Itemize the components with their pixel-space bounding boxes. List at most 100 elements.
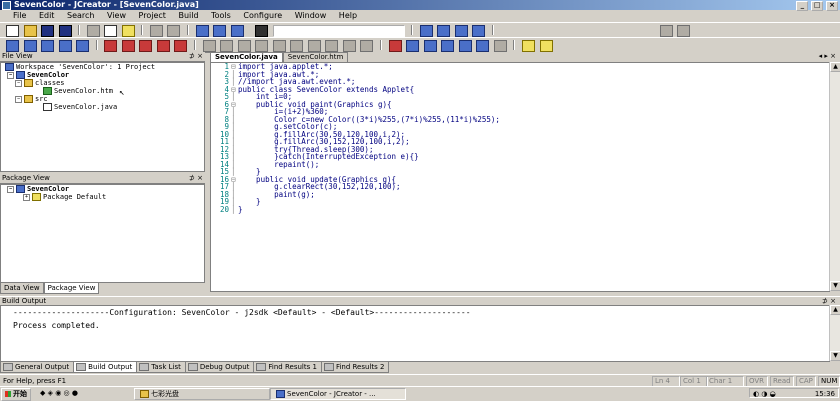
scroll-up-icon[interactable]: ▲ — [830, 305, 840, 315]
tile-icon[interactable] — [423, 40, 437, 52]
help-icon[interactable] — [521, 40, 535, 52]
scroll-down-icon[interactable]: ▼ — [830, 351, 840, 361]
clean-icon[interactable] — [156, 40, 170, 52]
next-bookmark-icon[interactable] — [437, 25, 451, 37]
tree-row-package-project[interactable]: − SevenColor — [1, 185, 204, 193]
collapse-icon[interactable]: − — [15, 95, 22, 103]
step-into-icon[interactable] — [255, 40, 269, 52]
collapse-icon[interactable]: − — [7, 185, 14, 193]
step-out-icon[interactable] — [272, 40, 286, 52]
paste-icon[interactable] — [121, 25, 135, 37]
tab-general-output[interactable]: General Output — [0, 362, 75, 373]
find-next-icon[interactable] — [213, 25, 227, 37]
new-class-icon[interactable] — [458, 40, 472, 52]
build-icon[interactable] — [121, 40, 135, 52]
run-icon[interactable] — [202, 40, 216, 52]
menu-help[interactable]: Help — [334, 10, 362, 22]
menu-tools[interactable]: Tools — [206, 10, 236, 22]
clear-bookmarks-icon[interactable] — [472, 25, 486, 37]
file-view-icon[interactable] — [41, 40, 55, 52]
code-line[interactable]: 20 │} — [211, 205, 829, 214]
debug-icon[interactable] — [220, 40, 234, 52]
tab-package-view[interactable]: Package View — [43, 283, 100, 294]
menu-build[interactable]: Build — [173, 10, 203, 22]
editor-nav-icons[interactable]: ◂ ▸ × — [819, 52, 836, 60]
undo-icon[interactable] — [149, 25, 163, 37]
tab-find-results-2[interactable]: Find Results 2 — [320, 362, 390, 373]
window-icon[interactable] — [406, 40, 420, 52]
menu-window[interactable]: Window — [290, 10, 332, 22]
tab-debug-output[interactable]: Debug Output — [184, 362, 255, 373]
expand-icon[interactable]: + — [23, 193, 30, 201]
open-folder-icon[interactable] — [23, 25, 37, 37]
menu-edit[interactable]: Edit — [34, 10, 60, 22]
menu-project[interactable]: Project — [134, 10, 171, 22]
tab-build-output[interactable]: Build Output — [73, 362, 138, 373]
fold-marker-icon[interactable]: │ — [231, 205, 238, 214]
editor-scrollbar[interactable]: ▲ ▼ — [829, 62, 840, 291]
scroll-up-icon[interactable]: ▲ — [830, 62, 840, 72]
back-arrow-icon[interactable] — [659, 25, 673, 37]
tab-task-list[interactable]: Task List — [136, 362, 186, 373]
compile-icon[interactable] — [104, 40, 118, 52]
cut-icon[interactable] — [86, 25, 100, 37]
code-line[interactable]: 18 │ paint(g); — [211, 190, 829, 199]
tab-sevencolor-htm[interactable]: SevenColor.htm — [282, 52, 349, 62]
comment-icon[interactable] — [325, 40, 339, 52]
tab-sevencolor-java[interactable]: SevenColor.java — [210, 52, 283, 62]
toggle-breakpoint-icon[interactable] — [388, 40, 402, 52]
build-output-window[interactable]: --------------------Configuration: Seven… — [0, 305, 830, 362]
start-button[interactable]: 开始 — [1, 388, 31, 401]
tree-row-project[interactable]: − SevenColor — [1, 71, 204, 79]
code-line[interactable]: 14 │ repaint(); — [211, 160, 829, 169]
uncomment-icon[interactable] — [342, 40, 356, 52]
tree-row-workspace[interactable]: Workspace 'SevenColor': 1 Project — [1, 63, 204, 71]
task-folder[interactable]: 七彩光盘 — [134, 388, 270, 400]
context-help-icon[interactable] — [539, 40, 553, 52]
tree-row-package-default[interactable]: + Package Default — [1, 193, 204, 201]
copy-icon[interactable] — [104, 25, 118, 37]
panel-pin-close-icon[interactable]: ⊅ × — [189, 174, 203, 183]
tree-row-src[interactable]: − src — [1, 95, 204, 103]
format-icon[interactable] — [360, 40, 374, 52]
bookmark-icon[interactable] — [419, 25, 433, 37]
menu-file[interactable]: File — [8, 10, 31, 22]
workspace-icon[interactable] — [6, 40, 19, 52]
tree-row-java-file[interactable]: SevenColor.java — [1, 103, 204, 111]
menu-search[interactable]: Search — [62, 10, 99, 22]
find-icon[interactable] — [195, 25, 209, 37]
tree-row-htm-file[interactable]: SevenColor.htm ↖ — [1, 87, 204, 98]
quick-launch-icons[interactable]: ◆ ◈ ◉ ◎ ● — [40, 389, 78, 397]
scroll-down-icon[interactable]: ▼ — [830, 281, 840, 291]
prev-bookmark-icon[interactable] — [454, 25, 468, 37]
save-all-icon[interactable] — [58, 25, 72, 37]
dropdown-icon[interactable] — [493, 40, 507, 52]
new-method-icon[interactable] — [476, 40, 490, 52]
redo-icon[interactable] — [167, 25, 181, 37]
forward-arrow-icon[interactable] — [677, 25, 691, 37]
tab-find-results-1[interactable]: Find Results 1 — [253, 362, 322, 373]
class-view-icon[interactable] — [58, 40, 72, 52]
outdent-icon[interactable] — [307, 40, 321, 52]
binoculars-icon[interactable] — [255, 25, 269, 37]
task-jcreator[interactable]: SevenColor - JCreator - ... — [270, 388, 406, 400]
collapse-icon[interactable]: − — [7, 71, 14, 79]
new-file-icon[interactable] — [6, 25, 19, 37]
panel-pin-close-icon[interactable]: ⊅ × — [189, 52, 203, 61]
tab-data-view[interactable]: Data View — [0, 283, 44, 294]
indent-icon[interactable] — [290, 40, 304, 52]
output-icon[interactable] — [76, 40, 90, 52]
tray-icons[interactable]: ◐ ◑ ◒ — [750, 389, 776, 399]
menu-configure[interactable]: Configure — [238, 10, 287, 22]
find-combo[interactable] — [272, 25, 405, 37]
project-icon[interactable] — [23, 40, 37, 52]
rebuild-icon[interactable] — [139, 40, 153, 52]
collapse-icon[interactable]: − — [15, 79, 22, 87]
tree-row-classes[interactable]: − classes — [1, 79, 204, 87]
save-icon[interactable] — [41, 25, 55, 37]
output-scrollbar[interactable]: ▲ ▼ — [829, 305, 840, 361]
step-icon[interactable] — [237, 40, 251, 52]
cascade-icon[interactable] — [441, 40, 455, 52]
code-line[interactable]: 19 │ } — [211, 198, 829, 206]
replace-icon[interactable] — [230, 25, 244, 37]
